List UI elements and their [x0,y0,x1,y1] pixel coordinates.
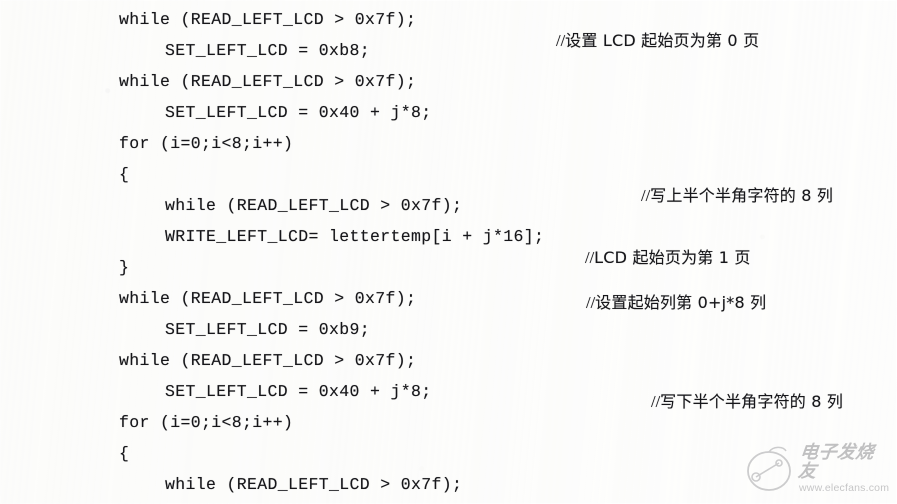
comment-text: 设置起始列第 0+j*8 列 [595,293,767,312]
comment-text: LCD 起始页为第 1 页 [594,248,751,267]
comment-marker: // [556,31,566,50]
comment-marker: // [641,186,651,205]
code-comment: //写上半个半角字符的 8 列 [641,186,833,206]
comment-marker: // [586,293,596,312]
scanned-page: while (READ_LEFT_LCD > 0x7f); SET_LEFT_L… [0,0,897,504]
comment-marker: // [585,248,595,267]
comment-text: 设置 LCD 起始页为第 0 页 [565,31,760,50]
comment-text: 写上半个半角字符的 8 列 [650,186,834,205]
comment-layer: //设置 LCD 起始页为第 0 页 //写上半个半角字符的 8 列 //LCD… [0,0,897,504]
code-comment: //写下半个半角字符的 8 列 [651,392,843,412]
code-comment: //设置起始列第 0+j*8 列 [586,293,766,313]
comment-marker: // [651,392,661,411]
code-comment: //LCD 起始页为第 1 页 [585,248,751,268]
comment-text: 写下半个半角字符的 8 列 [660,392,844,411]
code-comment: //设置 LCD 起始页为第 0 页 [556,31,759,51]
